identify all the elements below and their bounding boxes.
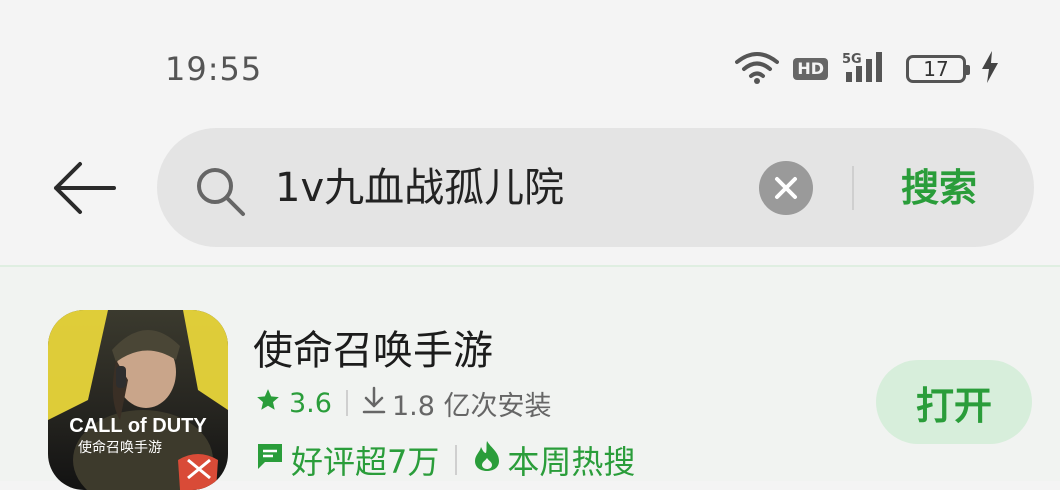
tag-divider (455, 445, 458, 475)
clear-button[interactable] (759, 161, 813, 215)
back-button[interactable] (50, 160, 120, 216)
wifi-icon (735, 50, 780, 88)
charging-icon (980, 51, 1000, 87)
hd-icon: HD (793, 58, 828, 80)
search-input[interactable]: 1v九血战孤儿院 (275, 156, 564, 220)
app-icon[interactable]: CALL of DUTY 使命召唤手游 (48, 310, 228, 490)
app-icon-logo-text: CALL of DUTY (69, 415, 207, 437)
tag-good-reviews: 好评超7万 (291, 443, 440, 481)
search-bar: 1v九血战孤儿院 搜索 (157, 128, 1034, 247)
status-time: 19:55 (165, 50, 263, 88)
app-meta: 3.6 1.8 亿次安装 (255, 383, 551, 423)
network-label: 5G (842, 52, 862, 67)
battery-level: 17 (923, 57, 949, 81)
back-arrow-icon (54, 162, 116, 214)
app-rating: 3.6 (289, 387, 332, 419)
search-icon (193, 164, 249, 224)
battery-icon: 17 (906, 55, 970, 83)
status-icons: HD 5G 17 (735, 50, 1000, 88)
search-button[interactable]: 搜索 (901, 162, 977, 214)
close-icon (775, 177, 797, 199)
tag-weekly-hot: 本周热搜 (507, 443, 636, 481)
app-icon-subtitle-text: 使命召唤手游 (78, 439, 162, 456)
star-icon (255, 387, 281, 420)
app-name[interactable]: 使命召唤手游 (253, 318, 493, 376)
download-icon (362, 386, 386, 421)
app-installs: 1.8 亿次安装 (391, 390, 552, 422)
signal-5g-icon: 5G (842, 50, 892, 88)
comment-icon (255, 441, 285, 479)
app-tags: 好评超7万 本周热搜 (255, 439, 635, 481)
flame-icon (473, 440, 501, 480)
meta-divider (345, 390, 348, 416)
search-divider (852, 166, 854, 210)
open-button[interactable]: 打开 (876, 360, 1032, 444)
